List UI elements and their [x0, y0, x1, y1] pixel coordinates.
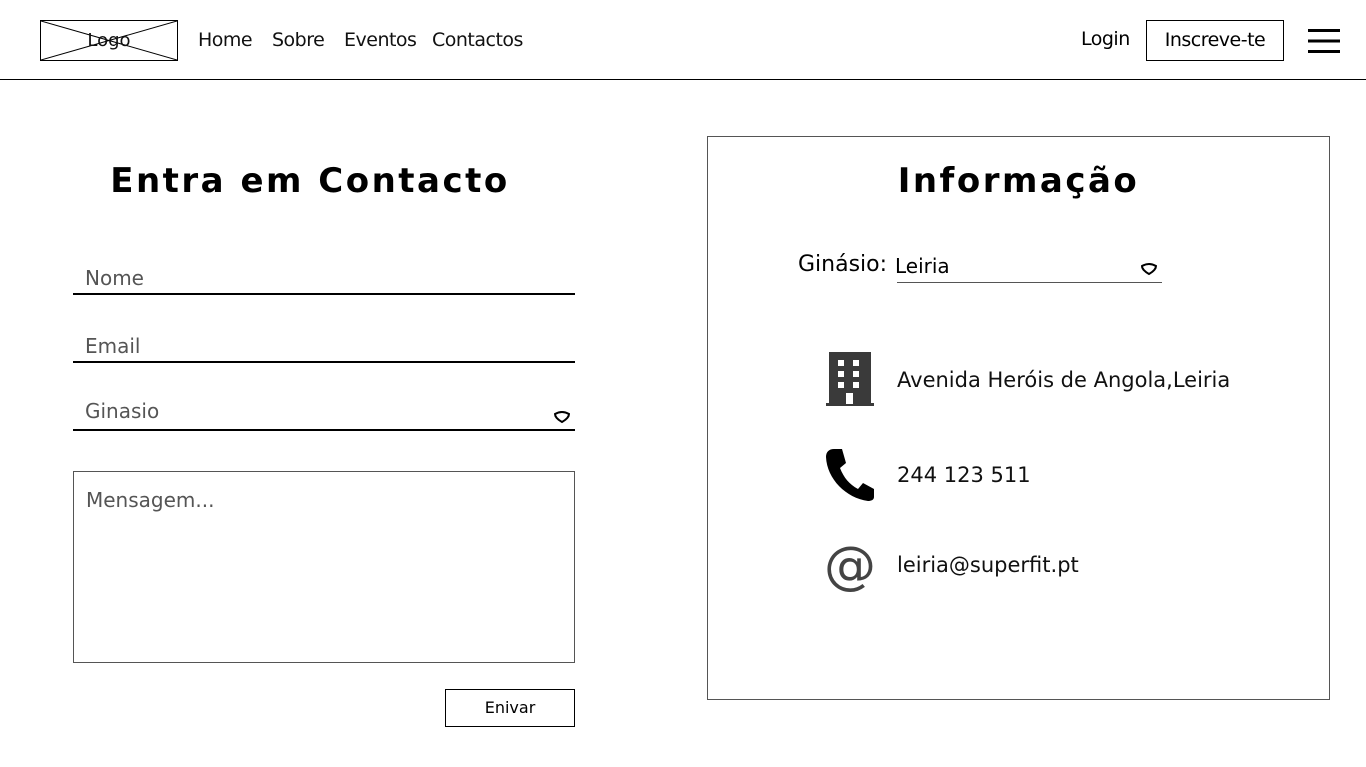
message-textarea[interactable]	[73, 471, 575, 663]
logo[interactable]: Logo	[40, 20, 178, 61]
name-input[interactable]	[73, 263, 575, 293]
name-field	[73, 263, 575, 295]
email-text[interactable]: leiria@superfit.pt	[897, 553, 1079, 577]
submit-button[interactable]: Enivar	[445, 689, 575, 727]
nav-sobre[interactable]: Sobre	[272, 29, 325, 51]
site-header: Logo Home Sobre Eventos Contactos Login …	[0, 0, 1366, 80]
gym-dropdown[interactable]: Leiria	[895, 254, 1162, 283]
gym-select[interactable]: Ginasio	[73, 399, 575, 431]
gym-dropdown-value: Leiria	[895, 254, 950, 278]
info-title: Informação	[897, 161, 1140, 201]
logo-text: Logo	[87, 30, 131, 51]
email-field	[73, 331, 575, 363]
at-icon: @	[824, 536, 876, 596]
email-input[interactable]	[73, 331, 575, 361]
chevron-down-icon	[1140, 263, 1158, 276]
info-panel	[707, 136, 1330, 700]
gym-label: Ginásio:	[798, 252, 888, 277]
nav-home[interactable]: Home	[198, 29, 253, 51]
building-icon	[826, 352, 874, 406]
address-text: Avenida Heróis de Angola,Leiria	[897, 368, 1231, 392]
hamburger-menu-icon[interactable]	[1308, 28, 1340, 54]
login-link[interactable]: Login	[1081, 28, 1130, 50]
gym-select-placeholder: Ginasio	[85, 399, 160, 423]
signup-button[interactable]: Inscreve-te	[1146, 20, 1284, 61]
nav-eventos[interactable]: Eventos	[344, 29, 417, 51]
phone-text: 244 123 511	[897, 463, 1031, 487]
nav-contactos[interactable]: Contactos	[432, 29, 523, 51]
phone-icon	[826, 449, 874, 501]
chevron-down-icon	[553, 411, 571, 424]
form-title: Entra em Contacto	[110, 161, 510, 201]
